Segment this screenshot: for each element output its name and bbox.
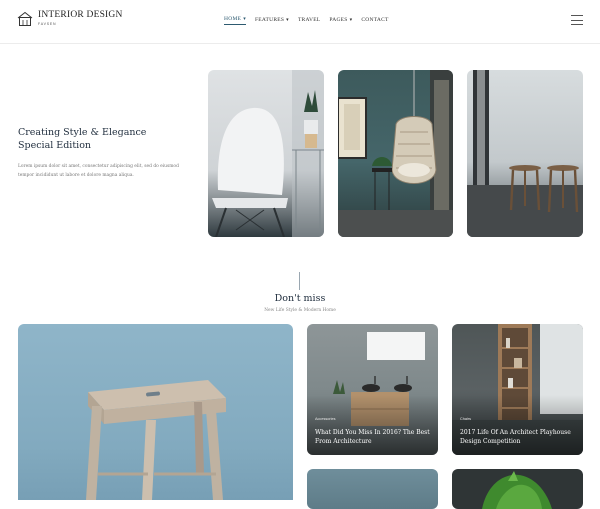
post-card-partial-2[interactable]: [452, 469, 583, 509]
site-header: INTERIOR DESIGN FAVSEN HOME ▾ FEATURES ▾…: [0, 0, 600, 44]
hero-image-stools[interactable]: [467, 70, 583, 237]
hero-text: Lorem ipsum dolor sit amet, consectetur …: [18, 164, 179, 178]
nav-item-contact[interactable]: CONTACT: [361, 15, 388, 25]
post-overlay: [307, 395, 438, 455]
caret-down-icon: ▾: [286, 17, 289, 23]
post-title[interactable]: What Did You Miss In 2016? The Best From…: [315, 429, 430, 446]
wooden-stool-photo: [86, 380, 226, 500]
logo-subtitle: FAVSEN: [38, 21, 57, 26]
nav-item-label: TRAVEL: [297, 17, 321, 23]
plant-photo: [482, 471, 552, 509]
stools-photo: [467, 70, 583, 237]
hero-title-line1: Creating Style & Elegance: [18, 127, 147, 138]
nav-item-label: CONTACT: [361, 17, 389, 23]
post-overlay: [452, 395, 583, 455]
hanging-chair-photo: [338, 70, 453, 237]
hero-image-hanging-chair[interactable]: [338, 70, 453, 237]
post-card-chairs[interactable]: Chairs 2017 Life Of An Architect Playhou…: [452, 324, 583, 455]
post-category[interactable]: Accessories: [315, 417, 335, 421]
section-title: Don't miss: [274, 293, 326, 304]
post-category[interactable]: Chairs: [460, 417, 471, 421]
nav-item-label: FEATURES: [254, 17, 285, 23]
caret-down-icon: ▾: [243, 16, 246, 22]
post-card-accessories[interactable]: Accessories What Did You Miss In 2016? T…: [307, 324, 438, 455]
featured-post-image[interactable]: [18, 324, 293, 500]
nav-item-label: PAGES: [329, 17, 348, 23]
nav-item-features[interactable]: FEATURES ▾: [255, 15, 289, 25]
hero-image-chair[interactable]: [208, 70, 324, 237]
main-nav: HOME ▾ FEATURES ▾ TRAVEL PAGES ▾ CONTACT: [224, 15, 389, 25]
post-title[interactable]: 2017 Life Of An Architect Playhouse Desi…: [460, 429, 575, 446]
section-subtitle: New Life Style & Modern Home: [264, 308, 336, 313]
nav-item-home[interactable]: HOME ▾: [224, 15, 246, 25]
nav-item-pages[interactable]: PAGES ▾: [329, 15, 352, 25]
house-logo-icon: [17, 11, 33, 26]
nav-item-label: HOME: [224, 16, 242, 22]
post-card-partial-1[interactable]: [307, 469, 438, 509]
hero-title: Creating Style & Elegance Special Editio…: [18, 126, 198, 152]
hero-title-line2: Special Edition: [18, 140, 92, 151]
section-divider: [299, 272, 300, 290]
caret-down-icon: ▾: [349, 17, 353, 23]
chair-photo: [212, 70, 324, 237]
nav-item-travel[interactable]: TRAVEL: [298, 15, 320, 25]
logo[interactable]: INTERIOR DESIGN FAVSEN: [17, 10, 123, 27]
hamburger-icon[interactable]: [571, 15, 583, 25]
logo-title: INTERIOR DESIGN: [38, 10, 123, 20]
